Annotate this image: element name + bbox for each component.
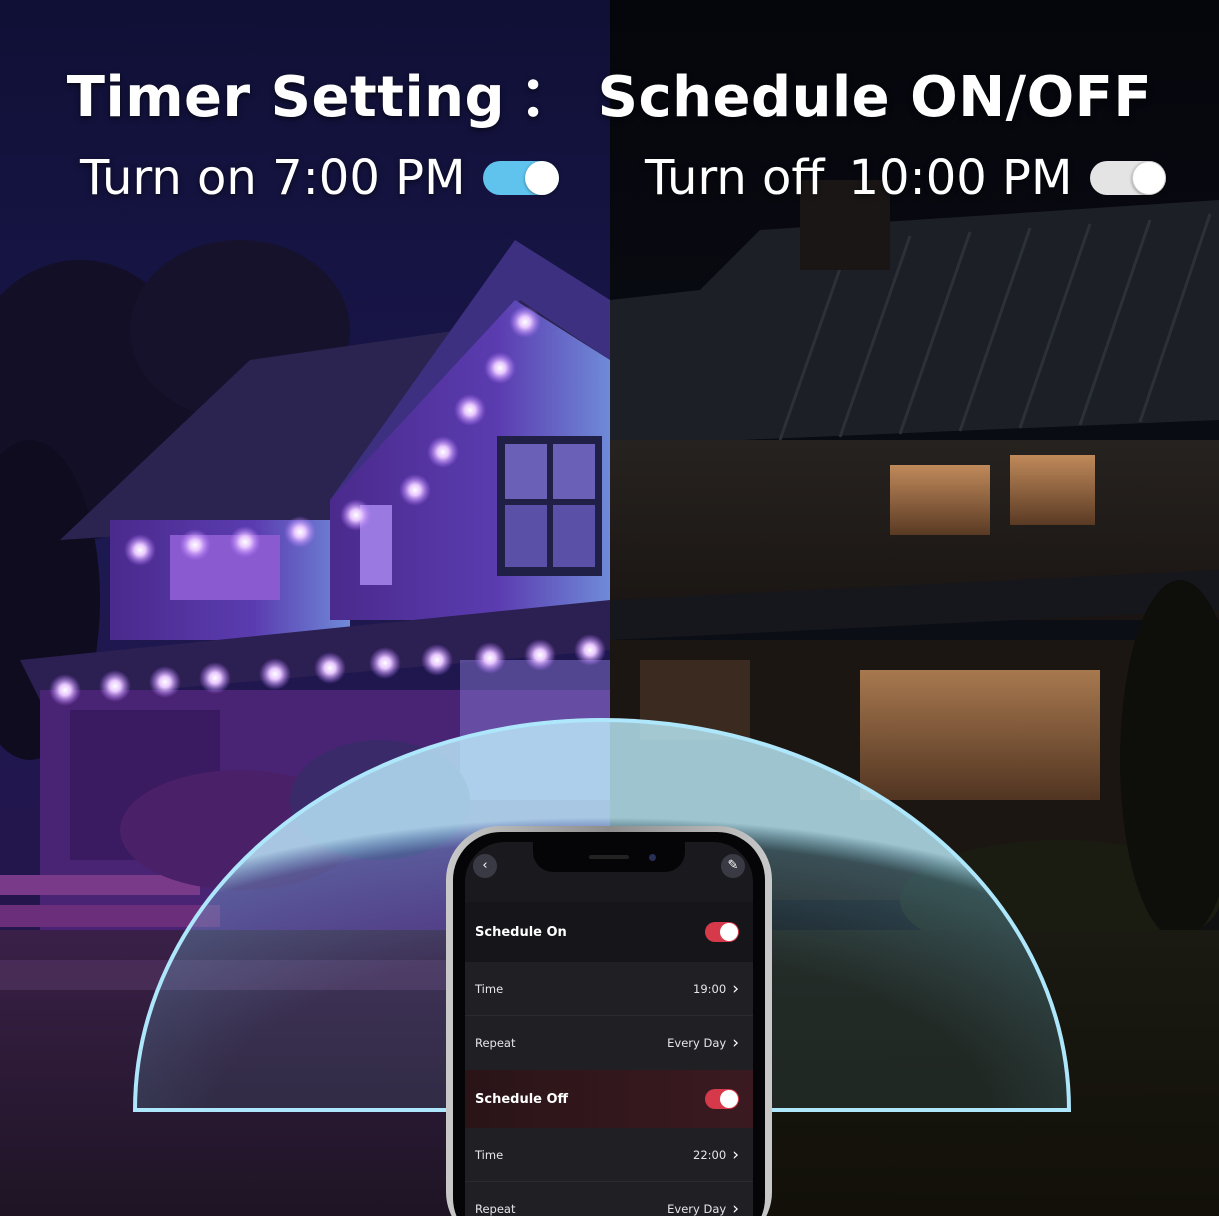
turn-on-timer: Turn on 7:00 PM [80,150,560,206]
schedule-on-repeat-row[interactable]: Repeat Every Day › [465,1016,753,1070]
speaker-grille [589,855,629,859]
chevron-left-icon: ‹ [482,858,488,873]
time-label: Time [475,1147,504,1162]
title-separator: ： [519,65,576,130]
chevron-right-icon: › [732,1144,739,1165]
schedule-off-time-row[interactable]: Time 22:00 › [465,1128,753,1182]
repeat-label: Repeat [475,1036,516,1050]
schedule-on-time-row[interactable]: Time 19:00 › [465,962,753,1016]
toggle-knob [1132,161,1167,195]
turn-on-toggle [483,161,560,195]
schedule-off-toggle[interactable] [705,1089,739,1109]
app-screen: ‹ ✎ Schedule On Time 19:00 › Repeat Every… [465,842,753,1216]
title-timer-setting: Timer Setting [66,65,506,130]
time-label: Time [475,981,504,996]
turn-off-toggle [1090,161,1167,195]
turn-off-label: Turn off [645,150,825,206]
front-camera [649,854,656,861]
toggle-knob [525,161,560,195]
product-banner: Timer Setting： Schedule ON/OFF Turn on 7:… [0,0,1219,1216]
schedule-on-title: Schedule On [475,924,567,940]
phone-notch [533,842,685,872]
smartphone: ‹ ✎ Schedule On Time 19:00 › Repeat Every… [446,826,772,1216]
page-title: Timer Setting： Schedule ON/OFF [0,52,1219,133]
schedule-off-title: Schedule Off [475,1091,569,1107]
schedule-off-repeat-row[interactable]: Repeat Every Day › [465,1182,753,1216]
back-button[interactable]: ‹ [473,854,497,878]
phone-bezel: ‹ ✎ Schedule On Time 19:00 › Repeat Every… [453,832,765,1216]
repeat-label: Repeat [475,1202,516,1216]
chevron-right-icon: › [732,978,739,999]
chevron-right-icon: › [732,1033,739,1053]
schedule-off-row: Schedule Off [465,1070,753,1128]
toggle-knob [720,1090,738,1108]
edit-button[interactable]: ✎ [721,854,745,878]
repeat-value: Every Day [667,1202,727,1216]
turn-on-label: Turn on 7:00 PM [80,150,466,206]
title-schedule: Schedule ON/OFF [597,65,1153,130]
time-value: 19:00 [693,981,727,996]
turn-off-timer: Turn off 10:00 PM [645,150,1167,206]
pencil-icon: ✎ [727,858,739,873]
turn-off-time: 10:00 PM [848,150,1073,206]
toggle-knob [720,923,738,941]
repeat-value: Every Day [667,1036,727,1050]
time-value: 22:00 [693,1147,727,1162]
schedule-on-toggle[interactable] [705,922,739,942]
chevron-right-icon: › [732,1199,739,1216]
schedule-on-row: Schedule On [465,902,753,962]
